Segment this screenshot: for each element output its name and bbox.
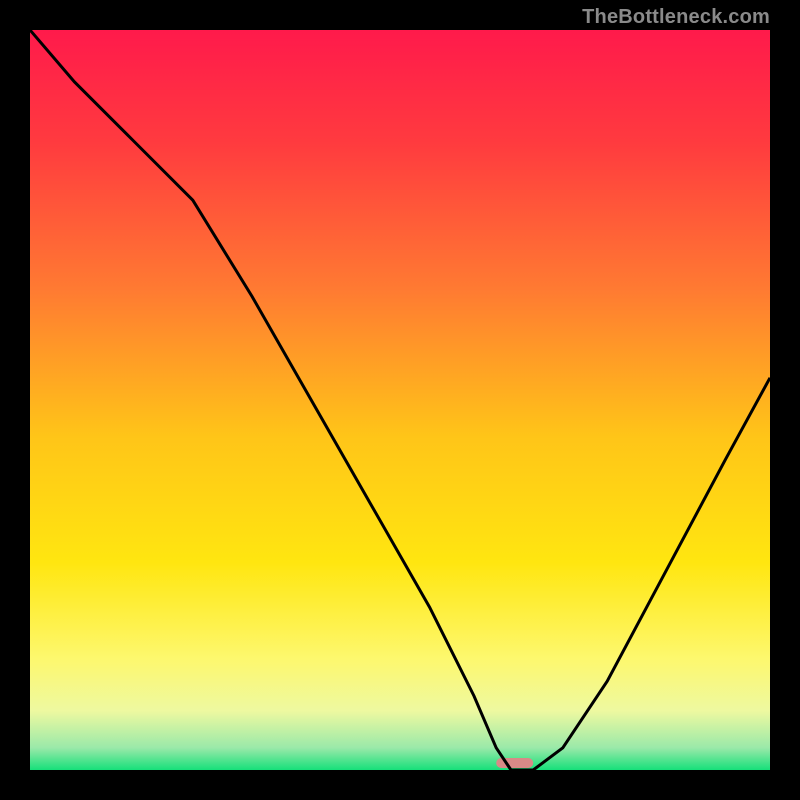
plot-area	[30, 30, 770, 770]
gradient-background	[30, 30, 770, 770]
chart-frame: TheBottleneck.com	[0, 0, 800, 800]
watermark-text: TheBottleneck.com	[582, 6, 770, 29]
optimal-marker	[496, 758, 533, 768]
chart-svg	[30, 30, 770, 770]
